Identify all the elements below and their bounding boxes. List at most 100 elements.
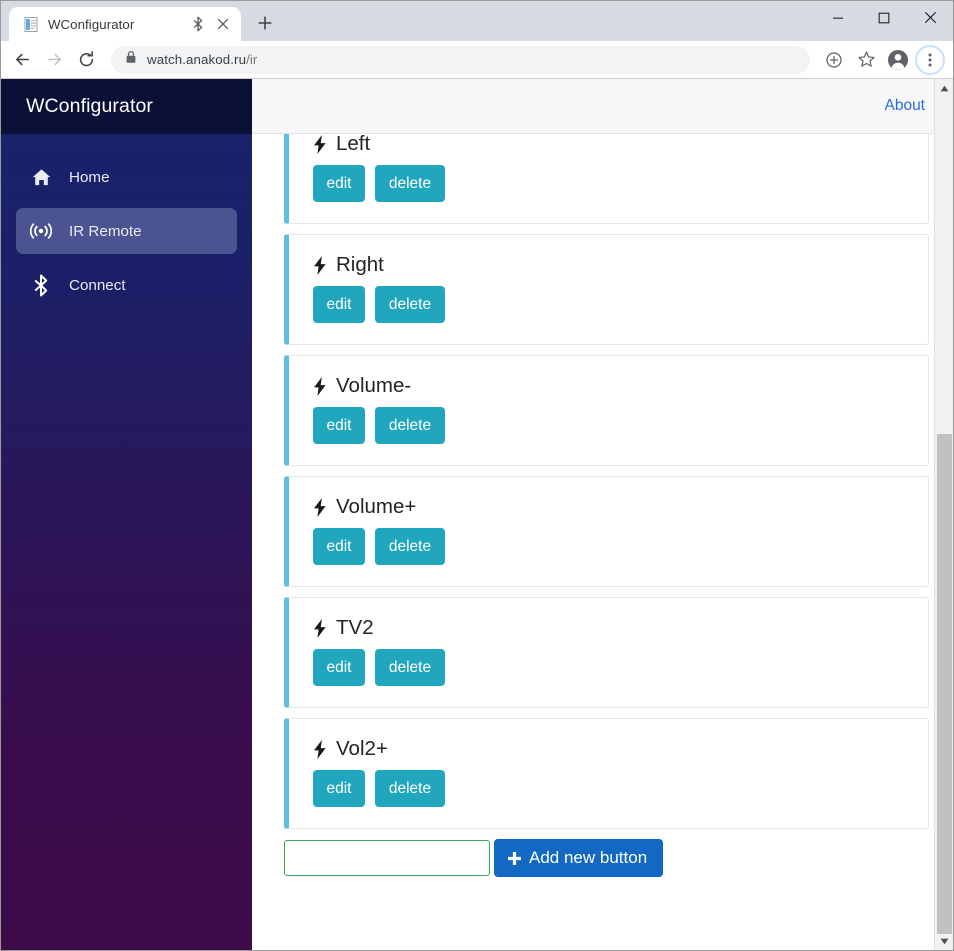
content-topbar: About xyxy=(252,79,953,134)
lightning-bolt-icon xyxy=(313,376,327,396)
reload-icon xyxy=(79,51,93,67)
card-title: TV2 xyxy=(313,616,908,640)
card-actions: edit delete xyxy=(313,165,908,202)
url-text: watch.anakod.ru/ir xyxy=(147,52,257,67)
ir-buttons-list: Left edit delete Right edit delete Volume-edit… xyxy=(252,134,953,950)
sidebar-item-label: Connect xyxy=(69,276,126,294)
forward-arrow-icon xyxy=(47,53,61,66)
vertical-scrollbar[interactable] xyxy=(934,79,953,950)
back-arrow-icon xyxy=(15,53,29,66)
sidebar-item-home[interactable]: Home xyxy=(16,154,237,200)
brand-header: WConfigurator xyxy=(1,79,252,134)
new-button-name-input[interactable] xyxy=(284,840,490,876)
ir-button-card: Volume-edit delete xyxy=(284,355,929,466)
sidebar-nav: Home IR Remote Connect xyxy=(1,134,252,316)
window-close-icon xyxy=(924,11,936,24)
delete-button[interactable]: delete xyxy=(375,286,445,323)
browser-window: WConfigurator watch.anakod.ru/ir WConfig… xyxy=(0,0,954,951)
home-icon xyxy=(30,166,52,188)
add-new-button[interactable]: Add new button xyxy=(494,839,664,877)
scroll-up-arrow-icon[interactable] xyxy=(935,79,953,97)
ir-signal-icon xyxy=(30,220,52,242)
edit-button[interactable]: edit xyxy=(313,528,365,565)
edit-button[interactable]: edit xyxy=(313,286,365,323)
back-button[interactable] xyxy=(7,45,37,75)
ir-button-name: TV2 xyxy=(336,616,374,639)
card-actions: edit delete xyxy=(313,770,908,807)
ir-button-card: Left edit delete xyxy=(284,134,929,224)
about-link[interactable]: About xyxy=(884,97,925,115)
profile-button[interactable] xyxy=(883,45,913,75)
cards-container: Left edit delete Right edit delete Volume-edit… xyxy=(284,134,929,829)
tab-strip: WConfigurator xyxy=(1,1,280,41)
edit-button[interactable]: edit xyxy=(313,407,365,444)
new-tab-button[interactable] xyxy=(250,8,280,38)
edit-button[interactable]: edit xyxy=(313,770,365,807)
window-close-button[interactable] xyxy=(907,1,953,34)
maximize-button[interactable] xyxy=(861,1,907,34)
tab-close-icon[interactable] xyxy=(213,14,233,34)
browser-titlebar: WConfigurator xyxy=(1,1,953,41)
ir-button-name: Left xyxy=(336,134,371,155)
scroll-down-arrow-icon[interactable] xyxy=(935,932,953,950)
bookmark-button[interactable] xyxy=(851,45,881,75)
lightning-bolt-icon xyxy=(313,134,327,154)
tab-title: WConfigurator xyxy=(48,16,135,32)
bluetooth-indicator-icon xyxy=(191,16,205,32)
forward-button[interactable] xyxy=(39,45,69,75)
ir-button-name: Volume+ xyxy=(336,495,417,518)
browser-tab[interactable]: WConfigurator xyxy=(9,7,241,41)
lightning-bolt-icon xyxy=(313,739,327,759)
star-icon xyxy=(857,51,875,67)
brand-title: WConfigurator xyxy=(26,95,154,117)
browser-toolbar: watch.anakod.ru/ir xyxy=(1,41,953,79)
ir-button-card: Right edit delete xyxy=(284,234,929,345)
bluetooth-icon xyxy=(30,274,52,296)
scrollbar-thumb[interactable] xyxy=(937,434,952,934)
card-title: Right xyxy=(313,253,908,277)
sidebar: WConfigurator Home IR Remote Connect xyxy=(1,79,252,950)
profile-avatar-icon xyxy=(888,49,908,70)
url-host: watch.anakod.ru xyxy=(147,52,247,67)
minimize-button[interactable] xyxy=(815,1,861,34)
delete-button[interactable]: delete xyxy=(375,528,445,565)
lightning-bolt-icon xyxy=(313,255,327,275)
card-title: Vol2+ xyxy=(313,737,908,761)
plus-icon xyxy=(258,16,272,30)
add-new-button-label: Add new button xyxy=(529,848,648,867)
card-actions: edit delete xyxy=(313,407,908,444)
delete-button[interactable]: delete xyxy=(375,649,445,686)
sidebar-item-label: Home xyxy=(69,168,110,186)
reload-button[interactable] xyxy=(71,45,101,75)
card-actions: edit delete xyxy=(313,649,908,686)
address-bar[interactable]: watch.anakod.ru/ir xyxy=(111,45,810,74)
document-favicon xyxy=(23,16,40,33)
browser-menu-button[interactable] xyxy=(915,44,945,75)
plus-icon xyxy=(507,851,522,866)
page-viewport: WConfigurator Home IR Remote Connect Abo… xyxy=(1,79,953,950)
delete-button[interactable]: delete xyxy=(375,407,445,444)
delete-button[interactable]: delete xyxy=(375,165,445,202)
ir-button-name: Right xyxy=(336,253,384,276)
edit-button[interactable]: edit xyxy=(313,649,365,686)
card-title: Volume+ xyxy=(313,495,908,519)
delete-button[interactable]: delete xyxy=(375,770,445,807)
ir-button-card: TV2 edit delete xyxy=(284,597,929,708)
add-button-form: Add new button xyxy=(284,839,929,877)
install-app-button[interactable] xyxy=(819,45,849,75)
ir-button-card: Volume+ edit delete xyxy=(284,476,929,587)
minimize-icon xyxy=(833,17,843,19)
window-controls xyxy=(815,1,953,41)
ir-button-card: Vol2+ edit delete xyxy=(284,718,929,829)
three-dot-menu-icon xyxy=(928,53,932,66)
ir-button-name: Vol2+ xyxy=(336,737,388,760)
edit-button[interactable]: edit xyxy=(313,165,365,202)
card-actions: edit delete xyxy=(313,528,908,565)
sidebar-item-connect[interactable]: Connect xyxy=(16,262,237,308)
main-content: About Left edit delete Right edit delete Volum… xyxy=(252,79,953,950)
sidebar-item-ir-remote[interactable]: IR Remote xyxy=(16,208,237,254)
install-app-icon xyxy=(826,51,842,68)
lightning-bolt-icon xyxy=(313,618,327,638)
lightning-bolt-icon xyxy=(313,497,327,517)
lock-icon xyxy=(125,50,137,69)
